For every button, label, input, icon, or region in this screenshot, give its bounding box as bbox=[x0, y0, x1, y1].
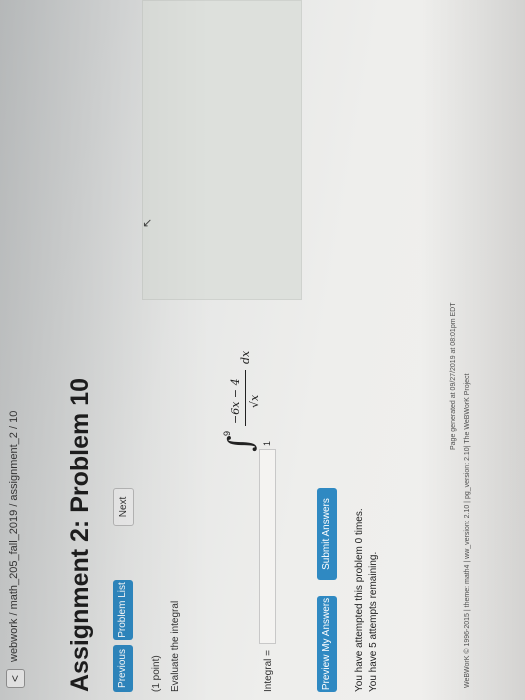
submit-answers-button[interactable]: Submit Answers bbox=[317, 488, 337, 580]
webwork-page: < webwork / math_205_fall_2019 / assignm… bbox=[0, 0, 522, 700]
info-side-panel bbox=[142, 0, 302, 300]
answer-label: Integral = bbox=[263, 650, 274, 692]
problem-points: (1 point) bbox=[151, 655, 162, 692]
preview-answers-button[interactable]: Preview My Answers bbox=[317, 596, 337, 692]
problem-list-button[interactable]: Problem List bbox=[113, 580, 133, 640]
page-generated-note: Page generated at 09/27/2019 at 08:01pm … bbox=[450, 302, 457, 451]
attempts-message: You have attempted this problem 0 times. bbox=[354, 508, 365, 692]
integral-upper-limit: 9 bbox=[222, 430, 232, 436]
integral-sign-icon: ∫ bbox=[221, 435, 259, 452]
photographed-screen: < webwork / math_205_fall_2019 / assignm… bbox=[0, 0, 525, 700]
integral-differential: dx bbox=[239, 350, 252, 364]
back-chevron-icon[interactable]: < bbox=[6, 669, 25, 688]
problem-instruction: Evaluate the integral bbox=[170, 600, 181, 692]
integral-answer-input[interactable] bbox=[259, 449, 276, 644]
copyright-footer: WeBWorK © 1996-2015 | theme: math4 | ww_… bbox=[464, 373, 471, 689]
remaining-attempts-message: You have 5 attempts remaining. bbox=[368, 551, 379, 692]
page-title: Assignment 2: Problem 10 bbox=[66, 378, 94, 692]
integrand-denominator: √x bbox=[248, 394, 261, 408]
breadcrumb: webwork / math_205_fall_2019 / assignmen… bbox=[8, 410, 20, 662]
integral-lower-limit: 1 bbox=[262, 440, 272, 446]
integral-expression: ∫ 9 1 −6x − 4 √x dx bbox=[221, 340, 278, 460]
next-button[interactable]: Next bbox=[113, 488, 134, 526]
previous-button[interactable]: Previous bbox=[113, 645, 133, 692]
fraction-bar bbox=[245, 370, 246, 426]
mouse-cursor-icon: ↖ bbox=[140, 217, 154, 228]
integrand-numerator: −6x − 4 bbox=[229, 378, 242, 424]
